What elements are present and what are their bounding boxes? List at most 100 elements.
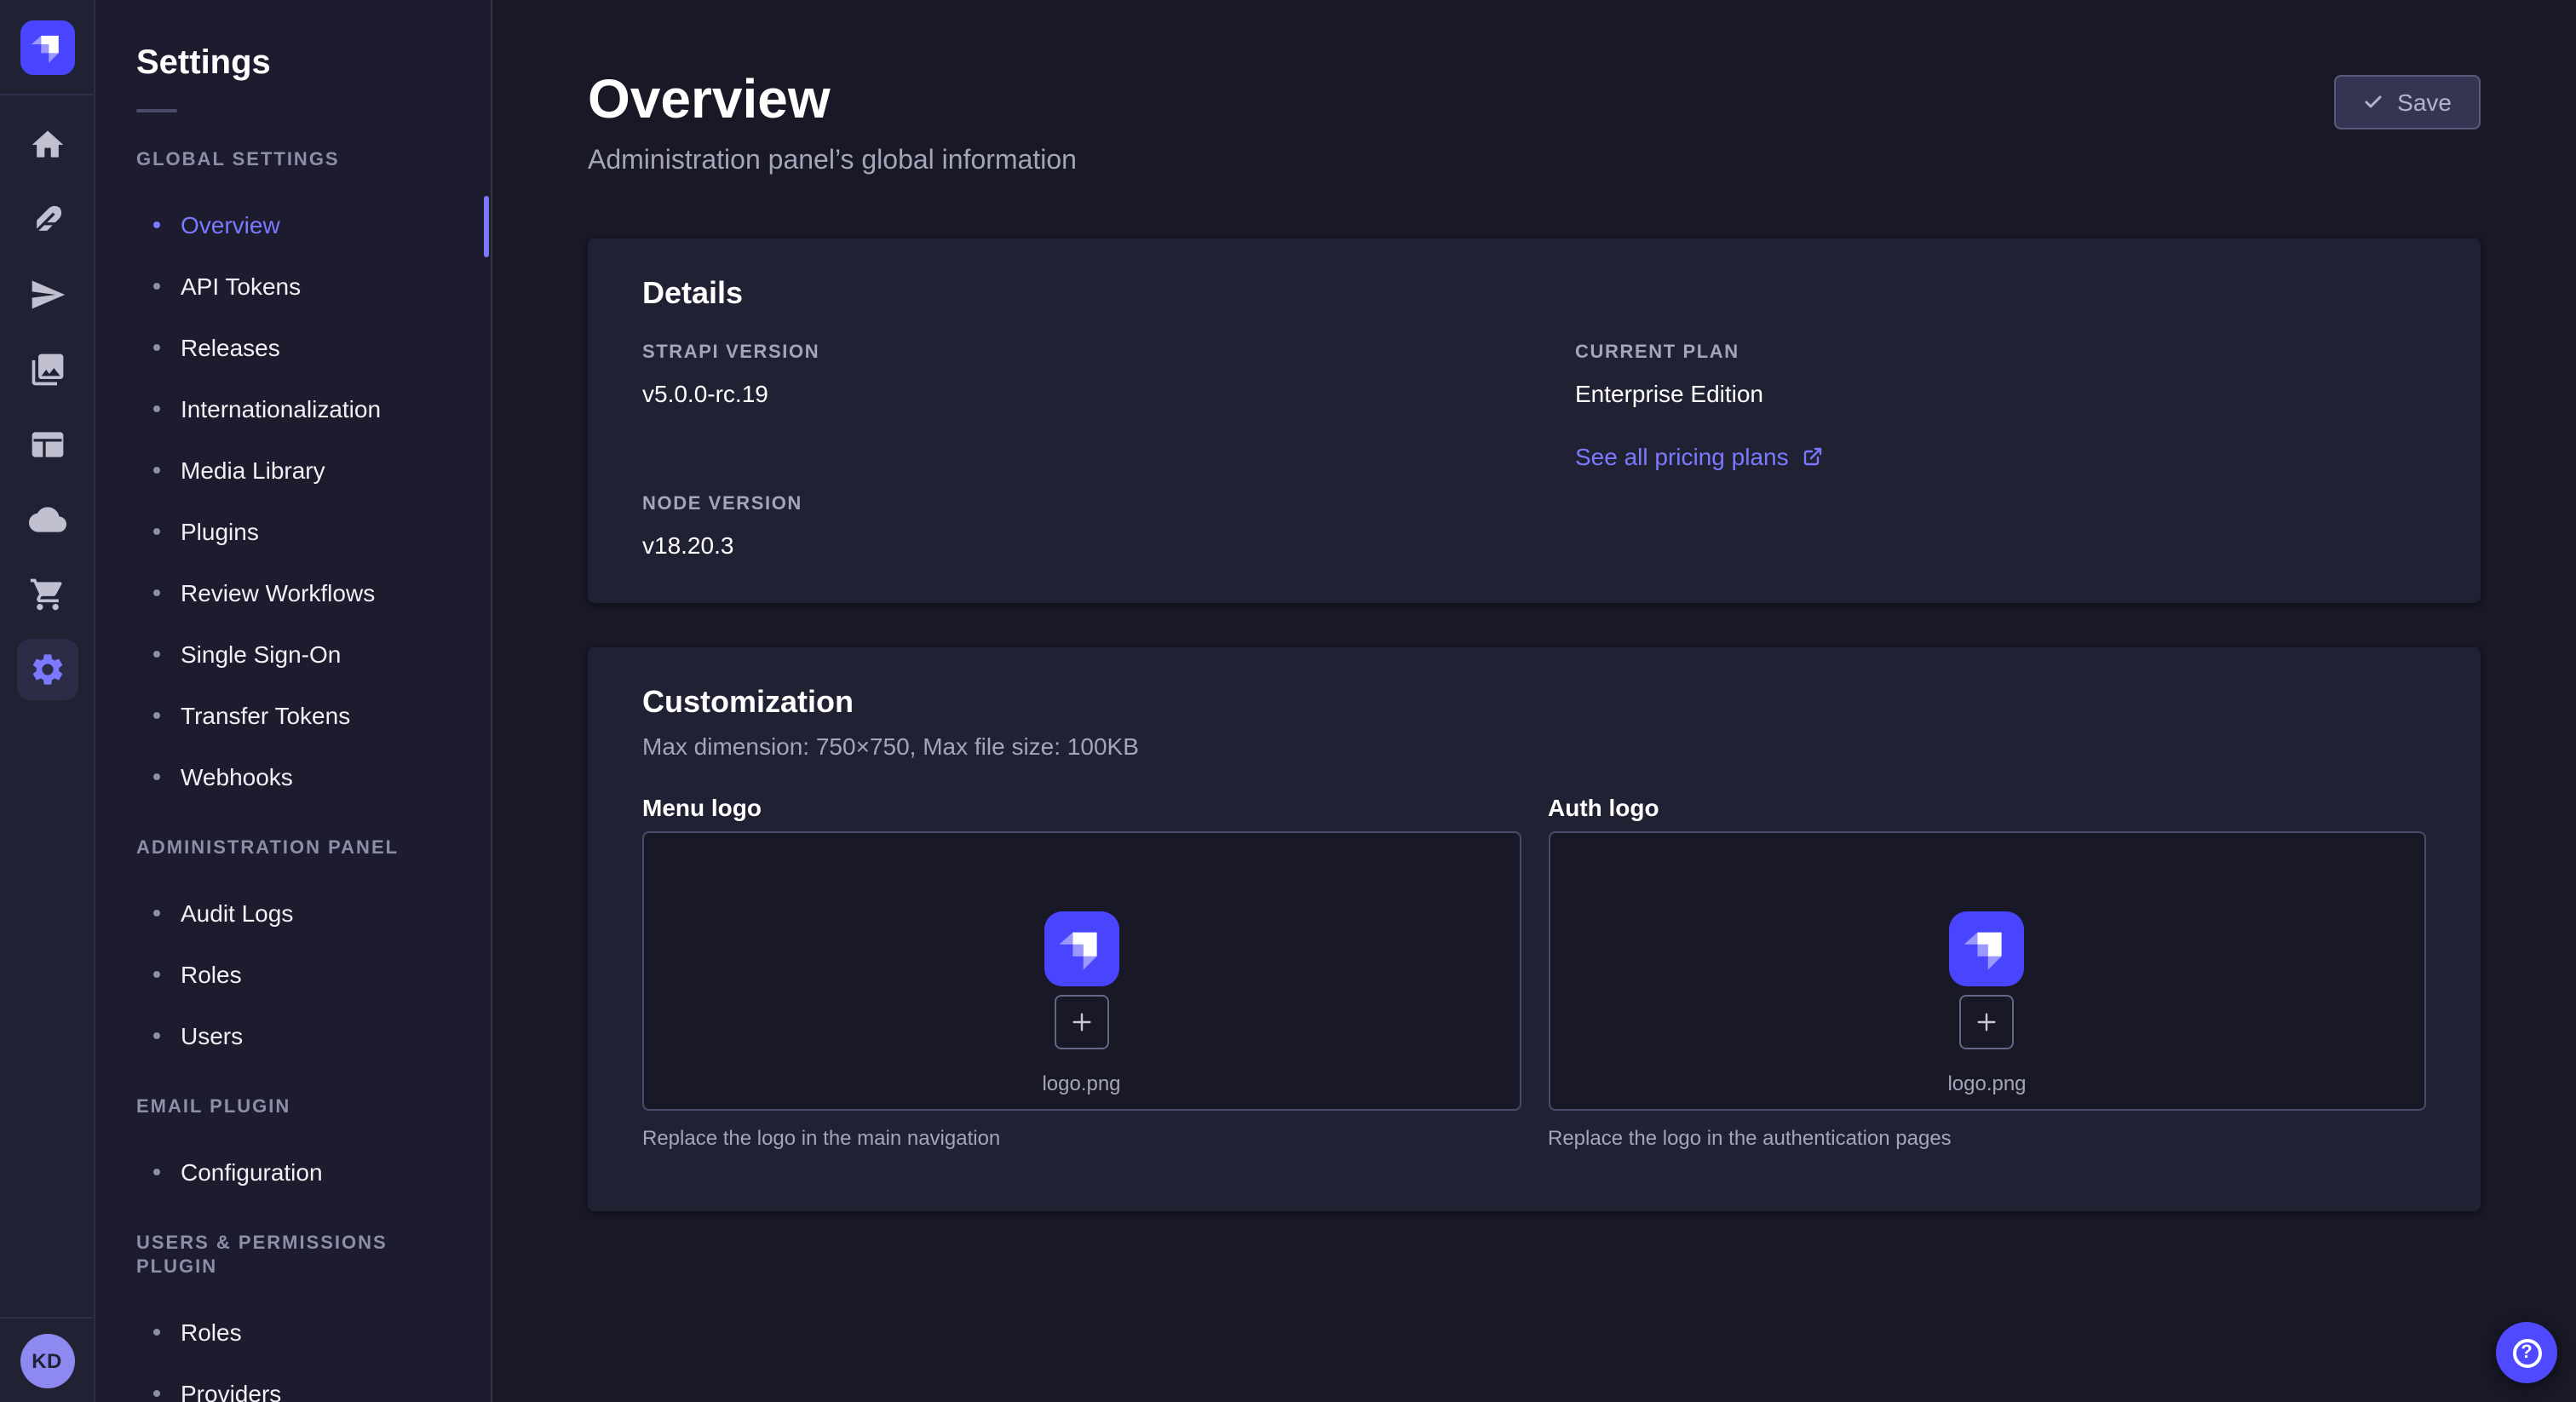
rail-logo-section[interactable] bbox=[0, 0, 94, 95]
bullet-icon bbox=[153, 1032, 160, 1039]
sidebar-item-roles[interactable]: Roles bbox=[95, 1301, 491, 1363]
page-header-text: Overview Administration panel’s global i… bbox=[588, 65, 1077, 177]
menu-logo-dropzone[interactable]: logo.png bbox=[642, 831, 1521, 1111]
subnav-section-label: USERS & PERMISSIONS PLUGIN bbox=[136, 1232, 450, 1279]
bullet-icon bbox=[153, 221, 160, 228]
question-circle-icon: ? bbox=[2512, 1338, 2541, 1367]
auth-logo-dropzone[interactable]: logo.png bbox=[1548, 831, 2426, 1111]
details-right-column: CURRENT PLAN Enterprise Edition See all … bbox=[1575, 341, 2426, 562]
help-button[interactable]: ? bbox=[2496, 1322, 2557, 1383]
sidebar-item-api-tokens[interactable]: API Tokens bbox=[95, 256, 491, 317]
sidebar-item-providers[interactable]: Providers bbox=[95, 1363, 491, 1402]
settings-gear-icon[interactable] bbox=[16, 639, 78, 700]
sidebar-item-audit-logs[interactable]: Audit Logs bbox=[95, 882, 491, 944]
sidebar-item-label: Media Library bbox=[181, 457, 325, 484]
current-plan-field: CURRENT PLAN Enterprise Edition bbox=[1575, 341, 2426, 411]
layout-icon[interactable] bbox=[16, 414, 78, 475]
details-left-column: STRAPI VERSION v5.0.0-rc.19 NODE VERSION… bbox=[642, 341, 1493, 562]
subnav-section-label: ADMINISTRATION PANEL bbox=[136, 836, 450, 860]
bullet-icon bbox=[153, 651, 160, 658]
bullet-icon bbox=[153, 589, 160, 596]
subnav-section: USERS & PERMISSIONS PLUGIN RolesProviders bbox=[95, 1232, 491, 1402]
main-content: Overview Administration panel’s global i… bbox=[492, 0, 2576, 1402]
sidebar-item-internationalization[interactable]: Internationalization bbox=[95, 378, 491, 440]
subnav-section: ADMINISTRATION PANEL Audit Logs Roles Users bbox=[95, 836, 491, 1066]
sidebar-item-label: API Tokens bbox=[181, 273, 301, 300]
auth-logo-label: Auth logo bbox=[1548, 790, 2426, 825]
menu-logo-upload: Menu logo logo.png bbox=[642, 790, 1521, 1150]
sidebar-item-media-library[interactable]: Media Library bbox=[95, 440, 491, 501]
pricing-plans-link[interactable]: See all pricing plans bbox=[1575, 443, 1823, 470]
sidebar-item-label: Releases bbox=[181, 334, 280, 361]
pricing-plans-link-label: See all pricing plans bbox=[1575, 443, 1789, 470]
details-card-title: Details bbox=[642, 273, 2426, 313]
strapi-logo bbox=[20, 20, 74, 74]
bullet-icon bbox=[153, 467, 160, 474]
strapi-logo-preview bbox=[1950, 911, 2025, 986]
menu-logo-hint: Replace the logo in the main navigation bbox=[642, 1126, 1521, 1150]
node-version-label: NODE VERSION bbox=[642, 492, 1493, 516]
nav-rail: KD bbox=[0, 0, 95, 1402]
save-button[interactable]: Save bbox=[2334, 75, 2481, 129]
plus-icon bbox=[1974, 1008, 2001, 1036]
bullet-icon bbox=[153, 528, 160, 535]
send-icon[interactable] bbox=[16, 264, 78, 325]
feather-icon[interactable] bbox=[16, 189, 78, 250]
customization-card-subtitle: Max dimension: 750×750, Max file size: 1… bbox=[642, 733, 2426, 760]
subnav-title-divider bbox=[136, 109, 177, 112]
sidebar-item-roles[interactable]: Roles bbox=[95, 944, 491, 1005]
settings-subnav: Settings GLOBAL SETTINGSOverviewAPI Toke… bbox=[95, 0, 492, 1402]
customization-card-title: Customization bbox=[642, 681, 2426, 722]
sidebar-item-webhooks[interactable]: Webhooks bbox=[95, 746, 491, 807]
subnav-section-label: GLOBAL SETTINGS bbox=[136, 148, 450, 172]
strapi-version-field: STRAPI VERSION v5.0.0-rc.19 bbox=[642, 341, 1493, 411]
bullet-icon bbox=[153, 712, 160, 719]
sidebar-item-overview[interactable]: Overview bbox=[95, 194, 491, 256]
sidebar-item-review-workflows[interactable]: Review Workflows bbox=[95, 562, 491, 623]
bullet-icon bbox=[153, 405, 160, 412]
home-icon[interactable] bbox=[16, 114, 78, 175]
sidebar-item-label: Audit Logs bbox=[181, 899, 293, 927]
sidebar-item-label: Plugins bbox=[181, 518, 259, 545]
cart-icon[interactable] bbox=[16, 564, 78, 625]
sidebar-item-label: Review Workflows bbox=[181, 579, 375, 606]
check-icon bbox=[2363, 92, 2383, 112]
app-window: KD Settings GLOBAL SETTINGSOverviewAPI T… bbox=[0, 0, 2576, 1402]
menu-logo-filename: logo.png bbox=[1042, 1072, 1120, 1095]
bullet-icon bbox=[153, 910, 160, 916]
sidebar-item-releases[interactable]: Releases bbox=[95, 317, 491, 378]
images-icon[interactable] bbox=[16, 339, 78, 400]
current-plan-value: Enterprise Edition bbox=[1575, 376, 2426, 411]
menu-logo-label: Menu logo bbox=[642, 790, 1521, 825]
add-menu-logo-button[interactable] bbox=[1055, 995, 1109, 1049]
sidebar-item-plugins[interactable]: Plugins bbox=[95, 501, 491, 562]
subnav-section: EMAIL PLUGINConfiguration bbox=[95, 1095, 491, 1203]
sidebar-item-single-sign-on[interactable]: Single Sign-On bbox=[95, 623, 491, 685]
avatar[interactable]: KD bbox=[20, 1333, 74, 1388]
current-plan-label: CURRENT PLAN bbox=[1575, 341, 2426, 365]
subnav-sections: GLOBAL SETTINGS Overview API Tokens Release… bbox=[95, 148, 491, 1402]
plus-icon bbox=[1068, 1008, 1095, 1036]
sidebar-item-configuration[interactable]: Configuration bbox=[95, 1141, 491, 1203]
bullet-icon bbox=[153, 971, 160, 978]
sidebar-item-users[interactable]: Users bbox=[95, 1005, 491, 1066]
strapi-version-value: v5.0.0-rc.19 bbox=[642, 376, 1493, 411]
auth-logo-filename: logo.png bbox=[1947, 1072, 2026, 1095]
rail-icon-nav bbox=[0, 95, 94, 1317]
rail-bottom-section: KD bbox=[0, 1317, 94, 1402]
bullet-icon bbox=[153, 1329, 160, 1336]
page-title: Overview bbox=[588, 65, 1077, 133]
cloud-icon[interactable] bbox=[16, 489, 78, 550]
bullet-icon bbox=[153, 773, 160, 780]
details-grid: STRAPI VERSION v5.0.0-rc.19 NODE VERSION… bbox=[642, 341, 2426, 562]
sidebar-item-label: Roles bbox=[181, 961, 242, 988]
sidebar-item-label: Configuration bbox=[181, 1158, 323, 1186]
bullet-icon bbox=[153, 1169, 160, 1175]
page-header: Overview Administration panel’s global i… bbox=[588, 65, 2481, 177]
add-auth-logo-button[interactable] bbox=[1960, 995, 2015, 1049]
sidebar-item-transfer-tokens[interactable]: Transfer Tokens bbox=[95, 685, 491, 746]
subnav-scrollbar-thumb[interactable] bbox=[484, 196, 489, 257]
logo-uploads: Menu logo logo.png bbox=[642, 790, 2426, 1150]
node-version-field: NODE VERSION v18.20.3 bbox=[642, 492, 1493, 562]
bullet-icon bbox=[153, 283, 160, 290]
